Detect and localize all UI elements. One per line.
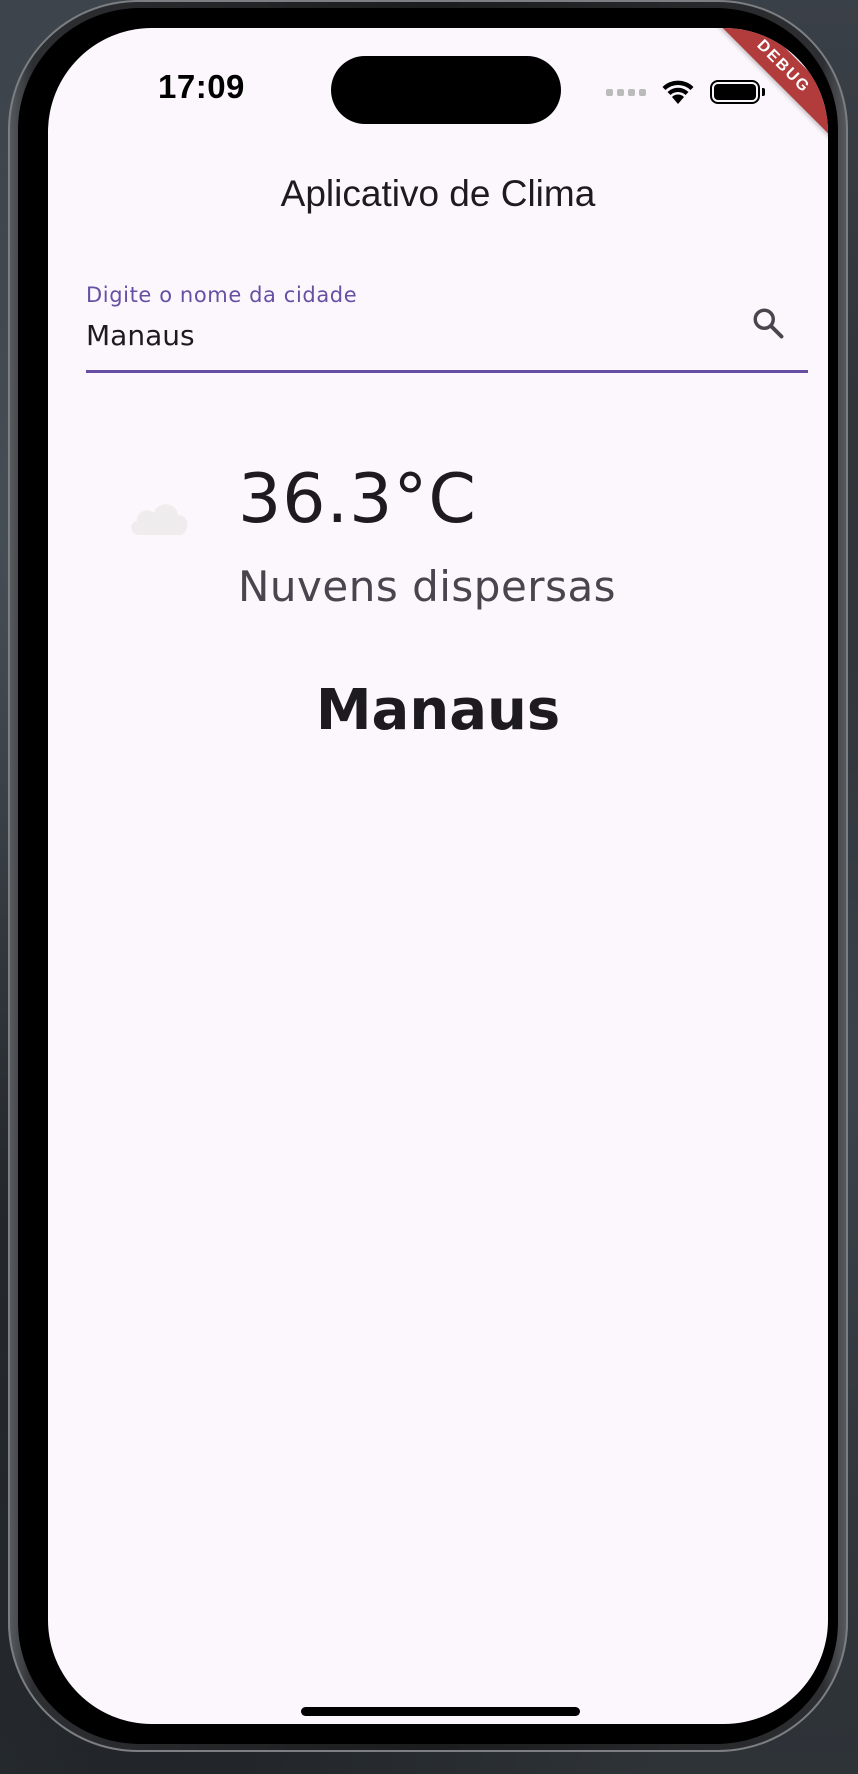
dynamic-island [331, 56, 561, 124]
cellular-signal-icon [606, 88, 646, 96]
status-time: 17:09 [158, 68, 245, 105]
home-indicator[interactable] [301, 1707, 580, 1716]
search-icon [753, 308, 784, 339]
temperature-value: 36.3°C [238, 460, 477, 539]
phone-bezel: 17:09 DEBUG Aplicativo de Clima Digite o… [18, 8, 838, 1744]
app-screen: 17:09 DEBUG Aplicativo de Clima Digite o… [48, 28, 828, 1724]
search-button[interactable] [746, 301, 790, 345]
search-field-underline [86, 370, 808, 373]
phone-frame: 17:09 DEBUG Aplicativo de Clima Digite o… [8, 0, 848, 1752]
status-indicators [606, 72, 765, 112]
city-search-input[interactable] [86, 319, 726, 352]
search-field-label: Digite o nome da cidade [86, 283, 358, 307]
cloud-icon [131, 504, 188, 535]
city-search-field[interactable]: Digite o nome da cidade [86, 283, 808, 383]
city-name: Manaus [315, 678, 561, 743]
weather-description: Nuvens dispersas [238, 562, 617, 611]
wifi-icon [662, 80, 694, 104]
app-title: Aplicativo de Clima [280, 173, 596, 214]
battery-icon [710, 80, 765, 104]
